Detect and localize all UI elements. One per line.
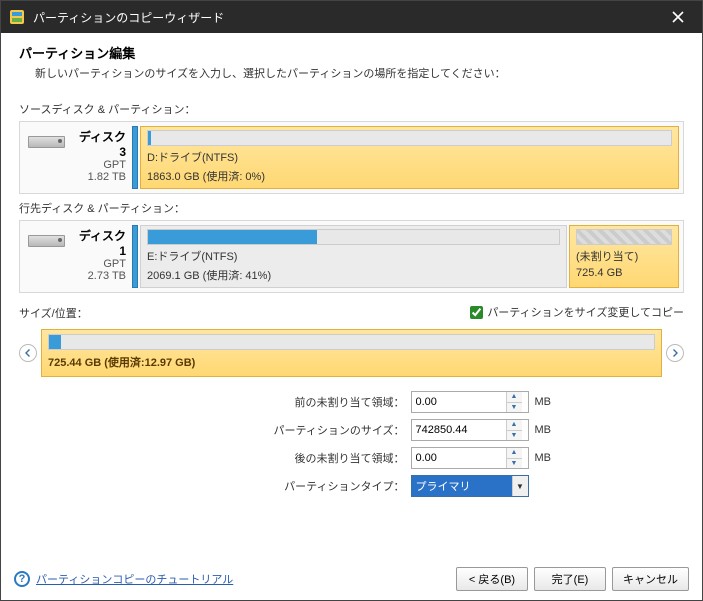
unit-label: MB xyxy=(535,452,559,464)
slider-caption: 725.44 GB (使用済:12.97 GB) xyxy=(48,354,655,370)
source-layout: D:ドライブ(NTFS) 1863.0 GB (使用済: 0%) xyxy=(132,122,683,193)
source-partition-detail: 1863.0 GB (使用済: 0%) xyxy=(147,168,672,184)
target-disk-size: 2.73 TB xyxy=(71,270,126,282)
target-partition-name: E:ドライブ(NTFS) xyxy=(147,248,560,264)
target-system-partition xyxy=(132,225,138,288)
page-title: パーティション編集 xyxy=(19,43,684,62)
target-usage-bar xyxy=(147,229,560,245)
target-partition-detail: 2069.1 GB (使用済: 41%) xyxy=(147,267,560,283)
partition-size-input[interactable] xyxy=(412,420,506,440)
back-button[interactable]: < 戻る(B) xyxy=(456,567,528,591)
target-disk-name: ディスク 1 xyxy=(71,227,126,258)
finish-button[interactable]: 完了(E) xyxy=(534,567,606,591)
resize-checkbox-label: パーティションをサイズ変更してコピー xyxy=(487,304,684,320)
source-disk-scheme: GPT xyxy=(71,159,126,171)
help-icon: ? xyxy=(14,571,30,587)
disk-icon xyxy=(28,136,65,148)
spin-up-button[interactable]: ▲ xyxy=(507,392,522,403)
after-unalloc-input[interactable] xyxy=(412,448,506,468)
tutorial-link[interactable]: パーティションコピーのチュートリアル xyxy=(36,571,233,587)
target-disk-info: ディスク 1 GPT 2.73 TB xyxy=(20,221,132,292)
target-unalloc-label: (未割り当て) xyxy=(576,248,672,264)
size-form: 前の未割り当て領域： ▲ ▼ MB パーティションのサイズ： ▲ ▼ MB xyxy=(19,391,684,497)
footer: ? パーティションコピーのチュートリアル < 戻る(B) 完了(E) キャンセル xyxy=(0,557,703,601)
spin-down-button[interactable]: ▼ xyxy=(507,459,522,469)
close-button[interactable] xyxy=(662,1,694,33)
slider-right-button[interactable] xyxy=(666,344,684,362)
target-partition-e[interactable]: E:ドライブ(NTFS) 2069.1 GB (使用済: 41%) xyxy=(140,225,567,288)
partition-size-input-wrap: ▲ ▼ xyxy=(411,419,529,441)
chevron-down-icon: ▼ xyxy=(512,476,528,496)
app-icon xyxy=(9,9,25,25)
source-disk-name: ディスク 3 xyxy=(71,128,126,159)
unit-label: MB xyxy=(535,396,559,408)
spin-up-button[interactable]: ▲ xyxy=(507,448,522,459)
size-slider-row: 725.44 GB (使用済:12.97 GB) xyxy=(19,329,684,377)
chevron-left-icon xyxy=(24,349,32,357)
spin-down-button[interactable]: ▼ xyxy=(507,403,522,413)
disk-icon xyxy=(28,235,65,247)
chevron-right-icon xyxy=(671,349,679,357)
window-title: パーティションのコピーウィザード xyxy=(33,9,662,26)
target-disk-scheme: GPT xyxy=(71,258,126,270)
resize-checkbox[interactable] xyxy=(470,306,483,319)
before-unalloc-input-wrap: ▲ ▼ xyxy=(411,391,529,413)
size-pos-label: サイズ/位置： xyxy=(19,305,88,321)
target-unalloc-size: 725.4 GB xyxy=(576,267,672,279)
target-unalloc-bar xyxy=(576,229,672,245)
partition-type-value: プライマリ xyxy=(412,476,512,496)
target-disk-panel: ディスク 1 GPT 2.73 TB E:ドライブ(NTFS) 2069.1 G… xyxy=(19,220,684,293)
target-layout: E:ドライブ(NTFS) 2069.1 GB (使用済: 41%) (未割り当て… xyxy=(132,221,683,292)
partition-size-label: パーティションのサイズ： xyxy=(145,422,405,438)
partition-type-label: パーティションタイプ： xyxy=(145,478,405,494)
before-unalloc-label: 前の未割り当て領域： xyxy=(145,394,405,410)
target-label: 行先ディスク & パーティション： xyxy=(19,200,684,216)
source-disk-size: 1.82 TB xyxy=(71,171,126,183)
target-unallocated[interactable]: (未割り当て) 725.4 GB xyxy=(569,225,679,288)
resize-checkbox-wrap[interactable]: パーティションをサイズ変更してコピー xyxy=(470,304,684,320)
slider-left-button[interactable] xyxy=(19,344,37,362)
spin-down-button[interactable]: ▼ xyxy=(507,431,522,441)
source-usage-bar xyxy=(147,130,672,146)
close-icon xyxy=(672,11,684,23)
source-disk-panel: ディスク 3 GPT 1.82 TB D:ドライブ(NTFS) 1863.0 G… xyxy=(19,121,684,194)
source-label: ソースディスク & パーティション： xyxy=(19,101,684,117)
partition-type-select[interactable]: プライマリ ▼ xyxy=(411,475,529,497)
spin-up-button[interactable]: ▲ xyxy=(507,420,522,431)
size-slider[interactable]: 725.44 GB (使用済:12.97 GB) xyxy=(41,329,662,377)
after-unalloc-label: 後の未割り当て領域： xyxy=(145,450,405,466)
page-desc: 新しいパーティションのサイズを入力し、選択したパーティションの場所を指定してくだ… xyxy=(35,65,684,81)
after-unalloc-input-wrap: ▲ ▼ xyxy=(411,447,529,469)
source-partition-name: D:ドライブ(NTFS) xyxy=(147,149,672,165)
cancel-button[interactable]: キャンセル xyxy=(612,567,689,591)
title-bar: パーティションのコピーウィザード xyxy=(1,1,702,33)
slider-usage-bar xyxy=(48,334,655,350)
source-disk-info: ディスク 3 GPT 1.82 TB xyxy=(20,122,132,193)
source-system-partition xyxy=(132,126,138,189)
source-partition[interactable]: D:ドライブ(NTFS) 1863.0 GB (使用済: 0%) xyxy=(140,126,679,189)
before-unalloc-input[interactable] xyxy=(412,392,506,412)
unit-label: MB xyxy=(535,424,559,436)
wizard-header: パーティション編集 新しいパーティションのサイズを入力し、選択したパーティション… xyxy=(1,33,702,89)
